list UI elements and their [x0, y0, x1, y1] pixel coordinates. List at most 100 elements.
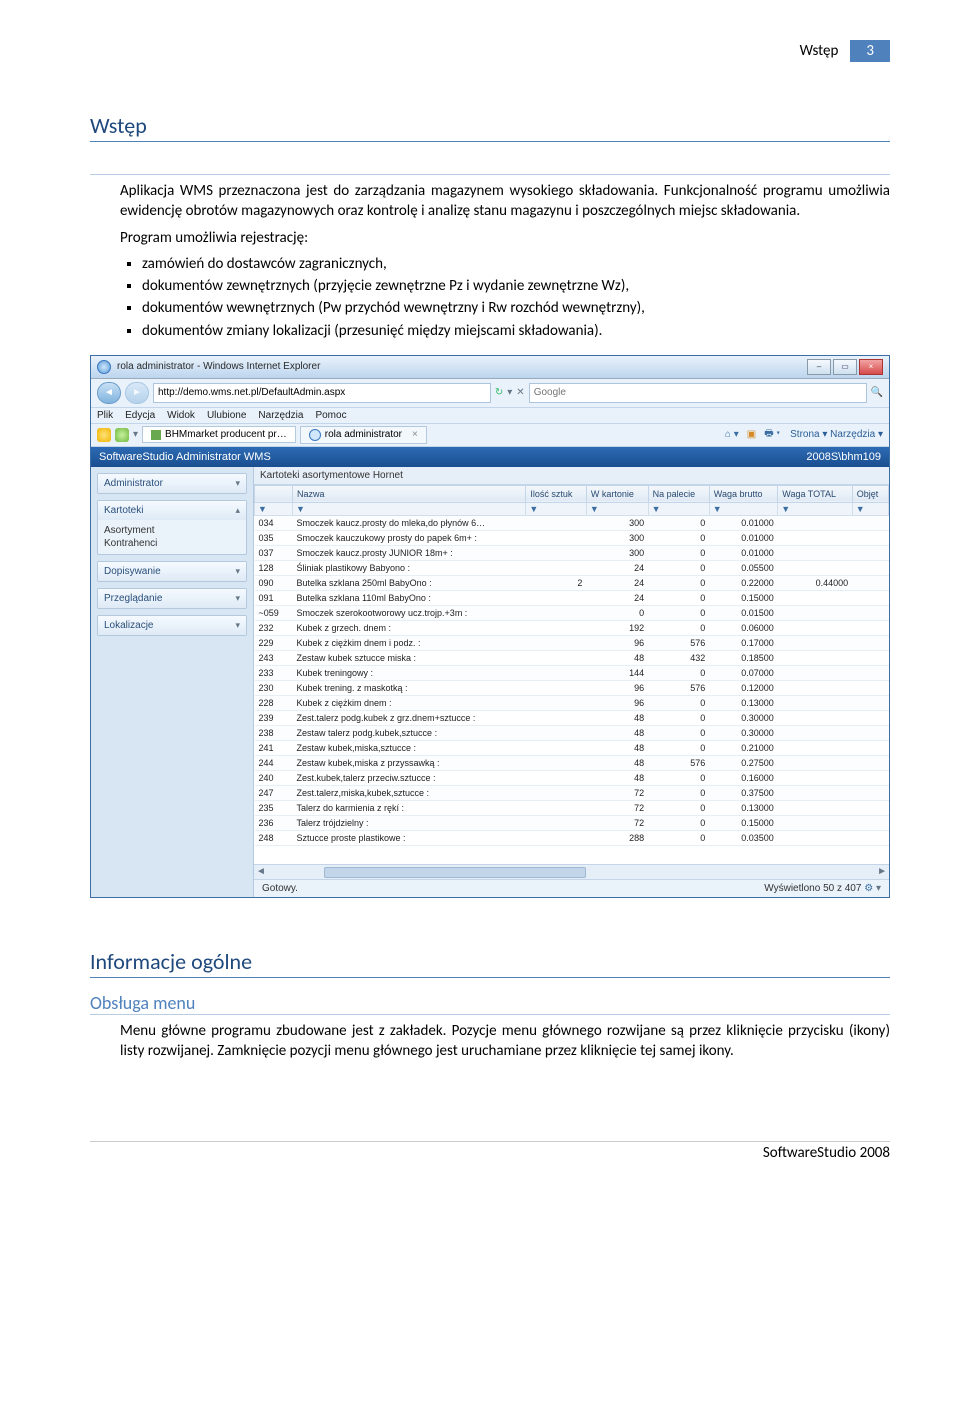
- minimize-button[interactable]: –: [807, 359, 831, 375]
- tab-1[interactable]: BHMmarket producent pr…: [142, 426, 296, 443]
- menu-bar: Plik Edycja Widok Ulubione Narzędzia Pomoc: [91, 408, 889, 424]
- filter-cell[interactable]: ▼: [586, 502, 648, 515]
- accordion-header[interactable]: Kartoteki▴: [98, 501, 246, 520]
- home-icon[interactable]: ⌂ ▾: [725, 429, 739, 440]
- table-row[interactable]: 248Sztucce proste plastikowe :28800.0350…: [255, 830, 889, 845]
- table-row[interactable]: 240Zest.kubek,talerz przeciw.sztucce :48…: [255, 770, 889, 785]
- window-titlebar: rola administrator - Windows Internet Ex…: [91, 356, 889, 379]
- column-header[interactable]: Nazwa: [293, 485, 526, 502]
- search-icon[interactable]: ✕: [516, 387, 524, 398]
- table-row[interactable]: 243Zestaw kubek sztucce miska :484320.18…: [255, 650, 889, 665]
- accordion-header[interactable]: Lokalizacje▾: [98, 616, 246, 635]
- filter-cell[interactable]: ▼: [648, 502, 709, 515]
- table-row[interactable]: ~059Smoczek szerokootworowy ucz.trojp.+3…: [255, 605, 889, 620]
- app-screenshot: rola administrator - Windows Internet Ex…: [90, 355, 890, 898]
- heading-info: Informacje ogólne: [90, 948, 890, 978]
- menu-item[interactable]: Edycja: [125, 410, 155, 421]
- list-item: zamówień do dostawców zagranicznych,: [142, 254, 890, 274]
- filter-cell[interactable]: ▼: [255, 502, 293, 515]
- table-row[interactable]: 090Butelka szklana 250ml BabyOno :22400.…: [255, 575, 889, 590]
- table-row[interactable]: 244Zestaw kubek,miska z przyssawką :4857…: [255, 755, 889, 770]
- close-button[interactable]: ×: [859, 359, 883, 375]
- column-header[interactable]: Waga brutto: [709, 485, 777, 502]
- status-bar: Gotowy. Wyświetlono 50 z 407 ⚙ ▾: [254, 879, 889, 897]
- menu-item[interactable]: Ulubione: [207, 410, 246, 421]
- table-header-row: NazwaIlość sztukW kartonieNa palecieWaga…: [255, 485, 889, 502]
- horizontal-scrollbar[interactable]: ◄►: [254, 864, 889, 879]
- window-title: rola administrator - Windows Internet Ex…: [117, 361, 801, 372]
- filter-cell[interactable]: ▼: [778, 502, 852, 515]
- filter-cell[interactable]: ▼: [293, 502, 526, 515]
- table-row[interactable]: 037Smoczek kaucz.prosty JUNIOR 18m+ :300…: [255, 545, 889, 560]
- table-row[interactable]: 230Kubek trening. z maskotką :965760.120…: [255, 680, 889, 695]
- column-header[interactable]: Objęt: [852, 485, 888, 502]
- table-row[interactable]: 233Kubek treningowy :14400.07000: [255, 665, 889, 680]
- tab-bar: ▾ BHMmarket producent pr… rola administr…: [91, 424, 889, 447]
- ie-icon: [97, 360, 111, 374]
- accordion-header[interactable]: Dopisywanie▾: [98, 562, 246, 581]
- bullet-list: zamówień do dostawców zagranicznych,doku…: [142, 254, 890, 341]
- column-header[interactable]: [255, 485, 293, 502]
- status-left: Gotowy.: [262, 883, 298, 894]
- data-grid: NazwaIlość sztukW kartonieNa palecieWaga…: [254, 485, 889, 864]
- column-header[interactable]: W kartonie: [586, 485, 648, 502]
- add-favorite-icon[interactable]: [115, 428, 129, 442]
- app-user: 2008S\bhm109: [806, 451, 881, 463]
- table-row[interactable]: 236Talerz trójdzielny :7200.15000: [255, 815, 889, 830]
- page-number: 3: [850, 40, 890, 62]
- menu-item[interactable]: Widok: [167, 410, 195, 421]
- table-row[interactable]: 232Kubek z grzech. dnem :19200.06000: [255, 620, 889, 635]
- table-row[interactable]: 247Zest.talerz,miska,kubek,sztucce :7200…: [255, 785, 889, 800]
- accordion-header[interactable]: Przeglądanie▾: [98, 589, 246, 608]
- table-row[interactable]: 034Smoczek kaucz.prosty do mleka,do płyn…: [255, 515, 889, 530]
- forward-button[interactable]: ►: [125, 382, 149, 404]
- refresh-button[interactable]: ↻: [495, 387, 503, 398]
- table-row[interactable]: 035Smoczek kauczukowy prosty do papek 6m…: [255, 530, 889, 545]
- page-header: Wstęp 3: [90, 40, 890, 62]
- maximize-button[interactable]: ▭: [833, 359, 857, 375]
- search-box[interactable]: [529, 383, 867, 403]
- menu-item[interactable]: Pomoc: [315, 410, 346, 421]
- sidebar-item[interactable]: Kontrahenci: [104, 537, 240, 550]
- table-row[interactable]: 241Zestaw kubek,miska,sztucce :4800.2100…: [255, 740, 889, 755]
- header-label: Wstęp: [800, 42, 839, 60]
- table-row[interactable]: 229Kubek z ciężkim dnem i podz. :965760.…: [255, 635, 889, 650]
- status-right: Wyświetlono 50 z 407 ⚙ ▾: [764, 883, 881, 894]
- tab-2[interactable]: rola administrator×: [300, 426, 427, 444]
- heading-wstep: Wstęp: [90, 112, 890, 142]
- table-row[interactable]: 228Kubek z ciężkim dnem :9600.13000: [255, 695, 889, 710]
- sidebar-item[interactable]: Asortyment: [104, 524, 240, 537]
- column-header[interactable]: Na palecie: [648, 485, 709, 502]
- list-item: dokumentów zewnętrznych (przyjęcie zewnę…: [142, 276, 890, 296]
- heading-menu: Obsługa menu: [90, 992, 890, 1015]
- filter-cell[interactable]: ▼: [709, 502, 777, 515]
- list-item: dokumentów zmiany lokalizacji (przesunię…: [142, 321, 890, 341]
- accordion-header[interactable]: Administrator▾: [98, 474, 246, 493]
- paragraph-intro: Aplikacja WMS przeznaczona jest do zarzą…: [120, 181, 890, 222]
- grid-title: Kartoteki asortymentowe Hornet: [254, 467, 889, 485]
- column-header[interactable]: Ilość sztuk: [526, 485, 587, 502]
- print-icon[interactable]: 🖶 ▾: [764, 426, 780, 443]
- filter-cell[interactable]: ▼: [526, 502, 587, 515]
- table-row[interactable]: 239Zest.talerz podg.kubek z grz.dnem+szt…: [255, 710, 889, 725]
- menu-item[interactable]: Narzędzia: [258, 410, 303, 421]
- filter-cell[interactable]: ▼: [852, 502, 888, 515]
- favorites-icon[interactable]: [97, 428, 111, 442]
- column-header[interactable]: Waga TOTAL: [778, 485, 852, 502]
- sidebar: Administrator▾ Kartoteki▴ AsortymentKontra…: [91, 467, 254, 897]
- table-row[interactable]: 091Butelka szklana 110ml BabyOno :2400.1…: [255, 590, 889, 605]
- address-bar[interactable]: [153, 383, 491, 403]
- page-tools[interactable]: Strona ▾ Narzędzia ▾: [790, 429, 883, 440]
- list-item: dokumentów wewnętrznych (Pw przychód wew…: [142, 298, 890, 318]
- paragraph-list-intro: Program umożliwia rejestrację:: [120, 228, 890, 248]
- table-row[interactable]: 235Talerz do karmienia z rękí :7200.1300…: [255, 800, 889, 815]
- back-button[interactable]: ◄: [97, 382, 121, 404]
- page-footer: SoftwareStudio 2008: [90, 1141, 890, 1162]
- app-title: SoftwareStudio Administrator WMS: [99, 451, 271, 463]
- feeds-icon[interactable]: ▣: [747, 429, 756, 440]
- table-row[interactable]: 128Śliniak plastikowy Babyono :2400.0550…: [255, 560, 889, 575]
- paragraph-menu: Menu główne programu zbudowane jest z za…: [120, 1021, 890, 1062]
- table-row[interactable]: 238Zestaw talerz podg.kubek,sztucce :480…: [255, 725, 889, 740]
- app-title-bar: SoftwareStudio Administrator WMS 2008S\b…: [91, 447, 889, 467]
- menu-item[interactable]: Plik: [97, 410, 113, 421]
